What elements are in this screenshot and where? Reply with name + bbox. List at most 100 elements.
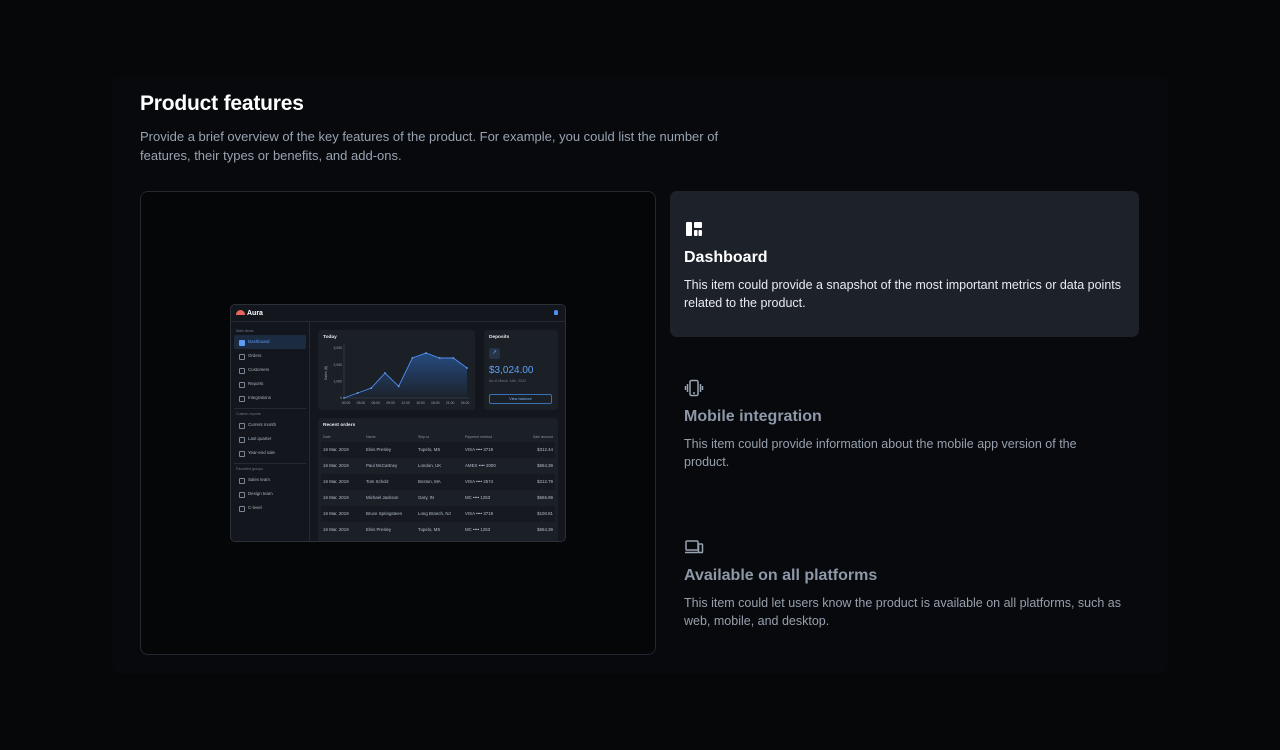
data-point [343,397,345,399]
x-tick-label: 06:00 [372,401,381,405]
column-header: Name [366,435,376,439]
product-preview-frame: Aura Main items Dashboard Orders Customers R… [140,191,656,655]
app-header: Aura [231,305,565,322]
table-cell: MC •••• 1253 [465,495,491,500]
table-cell: 16 Mar, 2019 [323,527,349,532]
table-cell: $666.99 [537,495,553,500]
today-card: Today 0 1,000 2,000 3,000 00:00 03:00 06:00 09:… [318,330,475,410]
table-cell: 16 Mar, 2019 [323,511,349,516]
feature-title: Available on all platforms [684,567,878,584]
x-tick-label: 00:00 [342,401,351,405]
x-tick-label: 15:00 [416,401,425,405]
trend-up-icon: ↗ [489,348,500,359]
logo-icon [236,310,245,315]
data-point [384,372,386,374]
table-row[interactable]: 16 Mar, 2019 Michael Jackson Gary, IN MC ••… [321,490,555,506]
deposits-card: Deposits ↗ $3,024.00 As of March 14th, 2… [484,330,558,410]
sidebar-divider [234,463,306,464]
sidebar-item-c-level[interactable]: C-level [234,501,306,515]
x-tick-label: 24:00 [461,401,470,405]
y-tick-label: 1,000 [334,380,343,384]
table-row[interactable]: 16 Mar, 2019 Bruce Springsteen Long Branch… [321,506,555,522]
dashboard-screenshot: Aura Main items Dashboard Orders Customers R… [230,304,566,542]
data-point [466,367,468,369]
table-cell: $100.81 [537,511,553,516]
feature-description: This item could provide a snapshot of th… [684,278,1122,310]
data-point [425,352,427,354]
data-point [356,392,359,394]
y-axis-label: Sales ($) [324,366,328,380]
sidebar-item-customers[interactable]: Customers [234,363,306,377]
sidebar-item-design-team[interactable]: Design team [234,487,306,501]
sidebar-item-sales-team[interactable]: Sales team [234,473,306,487]
data-point [411,357,414,359]
sidebar-group-label: Custom reports [236,412,261,416]
orders-table: Date Name Ship to Payment method Sale amount… [321,432,555,538]
sidebar-group-label: Main items [236,329,254,333]
brand-name: Aura [247,310,263,317]
deposits-title: Deposits [489,335,510,340]
table-header: Date Name Ship to Payment method Sale amount [321,432,555,442]
product-features-section: Product features Provide a brief overvie… [112,76,1168,674]
x-tick-label: 03:00 [357,401,366,405]
sidebar-item-year-end-sale[interactable]: Year-end sale [234,446,306,460]
devices-icon [684,537,1125,557]
app-sidebar: Main items Dashboard Orders Customers Report… [231,322,310,541]
table-row[interactable]: 16 Mar, 2019 Elvis Presley Tupelo, MS VISA … [321,442,555,458]
table-cell: 16 Mar, 2019 [323,447,349,452]
table-cell: Boston, MA [418,479,441,484]
mobile-vibrate-icon [684,378,1125,398]
sidebar-item-last-quarter[interactable]: Last quarter [234,432,306,446]
feature-card[interactable]: Dashboard This item could provide a snaps… [670,191,1139,337]
table-cell: $654.39 [537,527,553,532]
table-row[interactable]: 16 Mar, 2019 Tom Scholz Boston, MA VISA •••… [321,474,555,490]
table-cell: VISA •••• 3719 [465,447,494,452]
feature-title: Dashboard [684,249,768,266]
dashboard-icon [684,219,1125,239]
table-cell: 16 Mar, 2019 [323,479,349,484]
data-point [370,387,373,389]
table-cell: 16 Mar, 2019 [323,495,349,500]
deposits-date: As of March 14th, 2022 [489,379,527,383]
section-description: Provide a brief overview of the key feat… [140,129,719,163]
table-cell: Elvis Presley [366,527,392,532]
x-tick-label: 12:00 [401,401,410,405]
sidebar-divider [234,408,306,409]
feature-list: Dashboard This item could provide a snaps… [670,191,1139,668]
sidebar-item-orders[interactable]: Orders [234,349,306,363]
sidebar-item-current-month[interactable]: Current month [234,418,306,432]
table-cell: Michael Jackson [366,495,399,500]
y-tick-label: 0 [340,396,342,400]
table-cell: Tupelo, MS [418,527,441,532]
data-point [397,385,400,388]
table-cell: Tupelo, MS [418,447,441,452]
feature-card[interactable]: Available on all platforms This item coul… [670,509,1139,655]
table-row[interactable]: 16 Mar, 2019 Paul McCartney London, UK AMEX… [321,458,555,474]
view-balance-button[interactable]: View balance [489,394,552,404]
table-cell: Long Branch, NJ [418,511,451,516]
table-cell: Bruce Springsteen [366,511,403,516]
sidebar-group-label: Favorited groups [236,467,263,471]
x-tick-label: 18:00 [431,401,440,405]
recent-orders-card: Recent orders Date Name Ship to Payment met… [318,418,558,541]
sidebar-item-integrations[interactable]: Integrations [234,391,306,405]
table-cell: VISA •••• 3719 [465,511,494,516]
feature-card[interactable]: Mobile integration This item could provid… [670,350,1139,496]
table-cell: MC •••• 1253 [465,527,491,532]
column-header: Payment method [465,435,493,439]
section-title: Product features [140,92,304,115]
table-cell: London, UK [418,463,442,468]
table-cell: Gary, IN [418,495,435,500]
deposits-amount: $3,024.00 [489,365,534,376]
column-header: Ship to [418,435,430,439]
column-header: Date [323,435,331,439]
sidebar-item-dashboard[interactable]: Dashboard [234,335,306,349]
column-header: Sale amount [532,435,553,439]
feature-description: This item could provide information abou… [684,437,1077,469]
sales-chart: 0 1,000 2,000 3,000 00:00 03:00 06:00 09:00 12:0… [324,344,470,405]
sidebar-item-reports[interactable]: Reports [234,377,306,391]
data-point [438,357,441,359]
orders-title: Recent orders [323,423,356,428]
table-row[interactable]: 16 Mar, 2019 Elvis Presley Tupelo, MS MC ••… [321,522,555,538]
table-cell: Paul McCartney [366,463,398,468]
